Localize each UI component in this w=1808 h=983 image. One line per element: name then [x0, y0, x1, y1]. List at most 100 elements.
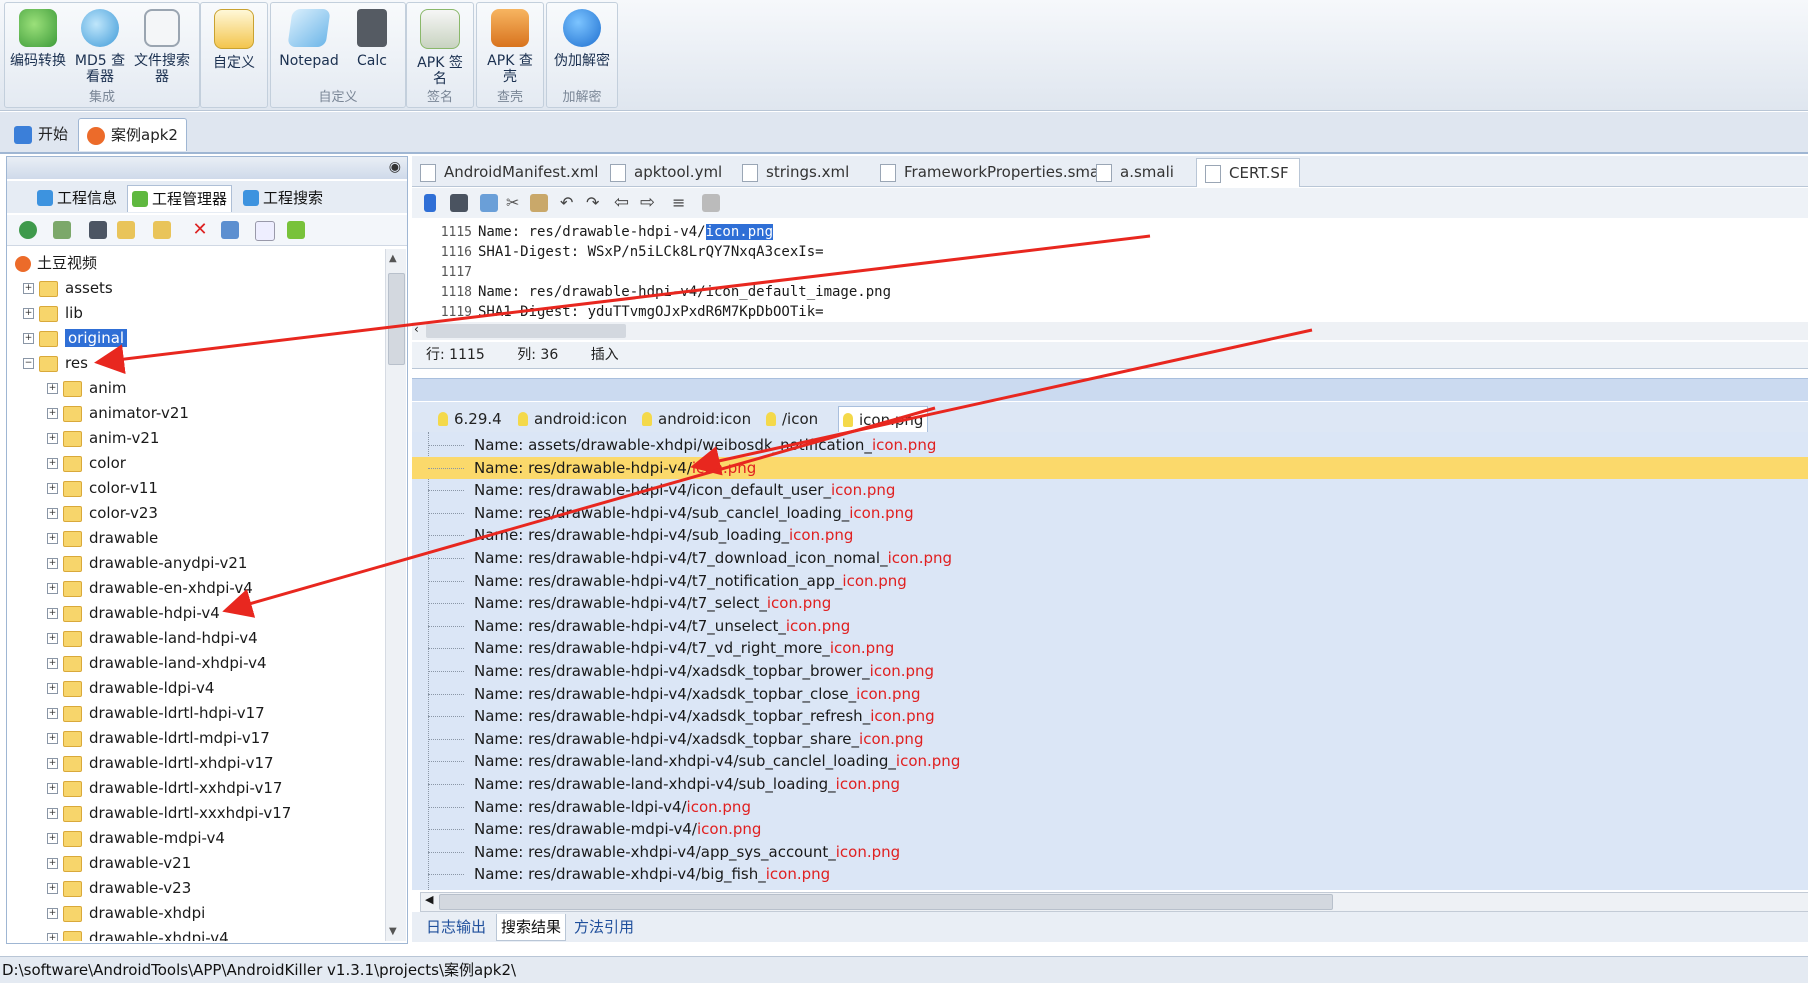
image-icon[interactable]	[53, 221, 71, 239]
scroll-thumb[interactable]	[388, 273, 405, 365]
expand-icon[interactable]: +	[23, 308, 34, 319]
expand-icon[interactable]: +	[47, 933, 58, 941]
scroll-up-icon[interactable]: ▲	[389, 253, 397, 264]
apk-shell-check-button[interactable]: APK 查壳	[481, 7, 539, 85]
tree-item-anim-v21[interactable]: + anim-v21	[47, 426, 159, 450]
search-result-row[interactable]: Name: res/drawable-hdpi-v4/sub_loading_i…	[412, 524, 1808, 546]
expand-icon[interactable]: +	[47, 608, 58, 619]
expand-icon[interactable]: +	[47, 633, 58, 644]
undo-icon[interactable]: ↶	[560, 194, 578, 212]
search-tab[interactable]: android:icon	[518, 406, 627, 432]
cut-icon[interactable]: ✂	[506, 194, 524, 212]
tree-item-color[interactable]: + color	[47, 451, 126, 475]
folder-icon[interactable]	[153, 221, 171, 239]
fake-encrypt-button[interactable]: 伪加解密	[553, 7, 611, 69]
eye-icon[interactable]: ◉	[389, 159, 401, 175]
wrap-icon[interactable]: ≡	[672, 194, 690, 212]
scroll-thumb[interactable]	[426, 324, 626, 338]
bottom-tab[interactable]: 日志输出	[426, 914, 486, 940]
search-result-row[interactable]: Name: assets/drawable-xhdpi/weibosdk_not…	[412, 434, 1808, 456]
expand-icon[interactable]: +	[47, 408, 58, 419]
scroll-left-icon[interactable]: ◀	[425, 893, 433, 906]
editor-tab-frameworkproperties-smali[interactable]: FrameworkProperties.smali	[880, 158, 1108, 186]
tree-item-drawable-ldrtl-hdpi-v17[interactable]: + drawable-ldrtl-hdpi-v17	[47, 701, 265, 725]
tree-item-drawable-v21[interactable]: + drawable-v21	[47, 851, 191, 875]
collapse-icon[interactable]: −	[23, 358, 34, 369]
search-result-row[interactable]: Name: res/drawable-mdpi-v4/icon.png	[412, 818, 1808, 840]
tree-item-drawable-ldrtl-xxhdpi-v17[interactable]: + drawable-ldrtl-xxhdpi-v17	[47, 776, 282, 800]
tab-project-search[interactable]: 工程搜索	[239, 185, 327, 211]
bottom-tab[interactable]: 搜索结果	[496, 914, 567, 941]
editor-tab-androidmanifest-xml[interactable]: AndroidManifest.xml	[420, 158, 598, 186]
search-tab[interactable]: icon.png	[838, 406, 929, 433]
search-result-row[interactable]: Name: res/drawable-hdpi-v4/xadsdk_topbar…	[412, 705, 1808, 727]
bottom-tab[interactable]: 方法引用	[574, 914, 634, 940]
tab-project-info[interactable]: 工程信息	[33, 185, 121, 211]
java-icon[interactable]	[702, 194, 720, 212]
expand-icon[interactable]: +	[47, 433, 58, 444]
search-result-row[interactable]: Name: res/drawable-hdpi-v4/sub_canclel_l…	[412, 502, 1808, 524]
scroll-left-icon[interactable]: ‹	[414, 322, 419, 336]
tree-item-assets[interactable]: + assets	[23, 276, 113, 300]
search-result-row[interactable]: Name: res/drawable-ldpi-v4/icon.png	[412, 796, 1808, 818]
tab-start[interactable]: 开始	[6, 118, 76, 150]
tree-item-drawable-ldrtl-mdpi-v17[interactable]: + drawable-ldrtl-mdpi-v17	[47, 726, 270, 750]
expand-icon[interactable]: +	[47, 858, 58, 869]
refresh-icon[interactable]	[19, 221, 37, 239]
search-tab[interactable]: /icon	[766, 406, 818, 432]
expand-icon[interactable]: +	[47, 783, 58, 794]
expand-icon[interactable]: +	[47, 383, 58, 394]
search-tab[interactable]: android:icon	[642, 406, 751, 432]
delete-icon[interactable]: ✕	[191, 221, 209, 239]
results-horizontal-scrollbar[interactable]: ◀	[420, 892, 1808, 912]
tree-item-drawable-land-xhdpi-v4[interactable]: + drawable-land-xhdpi-v4	[47, 651, 267, 675]
tree-item-drawable[interactable]: + drawable	[47, 526, 158, 550]
paste-icon[interactable]	[530, 194, 548, 212]
tree-item-drawable-xhdpi-v4[interactable]: + drawable-xhdpi-v4	[47, 926, 229, 941]
back-icon[interactable]: ⇦	[614, 194, 632, 212]
tree-item-drawable-xhdpi[interactable]: + drawable-xhdpi	[47, 901, 205, 925]
redo-icon[interactable]: ↷	[586, 194, 604, 212]
search-result-row[interactable]: Name: res/drawable-hdpi-v4/t7_download_i…	[412, 547, 1808, 569]
expand-icon[interactable]: +	[47, 483, 58, 494]
search-result-row[interactable]: Name: res/drawable-land-xhdpi-v4/sub_can…	[412, 750, 1808, 772]
editor-tab-apktool-yml[interactable]: apktool.yml	[610, 158, 722, 186]
tree-item-drawable-mdpi-v4[interactable]: + drawable-mdpi-v4	[47, 826, 225, 850]
scroll-down-icon[interactable]: ▼	[389, 926, 397, 937]
search-result-row[interactable]: Name: res/drawable-hdpi-v4/t7_select_ico…	[412, 592, 1808, 614]
editor-tab-cert-sf[interactable]: CERT.SF	[1196, 158, 1300, 187]
expand-icon[interactable]: +	[23, 333, 34, 344]
search-result-row[interactable]: Name: res/drawable-hdpi-v4/xadsdk_topbar…	[412, 660, 1808, 682]
code-editor[interactable]: 1115 Name: res/drawable-hdpi-v4/icon.png 1…	[412, 218, 1808, 320]
tree-item-anim[interactable]: + anim	[47, 376, 126, 400]
tree-item-drawable-en-xhdpi-v4[interactable]: + drawable-en-xhdpi-v4	[47, 576, 253, 600]
android-icon[interactable]	[287, 221, 305, 239]
tree-item-drawable-ldpi-v4[interactable]: + drawable-ldpi-v4	[47, 676, 214, 700]
tab-project-manager[interactable]: 工程管理器	[127, 185, 233, 212]
expand-icon[interactable]: +	[23, 283, 34, 294]
search-result-row[interactable]: Name: res/drawable-xhdpi-v4/big_fish_ico…	[412, 863, 1808, 885]
search-result-row[interactable]: Name: res/drawable-xhdpi-v4/app_sys_acco…	[412, 841, 1808, 863]
tree-item-color-v23[interactable]: + color-v23	[47, 501, 158, 525]
calc-button[interactable]: Calc	[343, 7, 401, 69]
expand-icon[interactable]: +	[47, 683, 58, 694]
screen-icon[interactable]	[89, 221, 107, 239]
find-folder-icon[interactable]	[117, 221, 135, 239]
tree-item-drawable-hdpi-v4[interactable]: + drawable-hdpi-v4	[47, 601, 220, 625]
expand-icon[interactable]: +	[47, 458, 58, 469]
tree-item-drawable-ldrtl-xxxhdpi-v17[interactable]: + drawable-ldrtl-xxxhdpi-v17	[47, 801, 291, 825]
expand-icon[interactable]: +	[47, 508, 58, 519]
expand-icon[interactable]: +	[47, 708, 58, 719]
tree-item-lib[interactable]: + lib	[23, 301, 83, 325]
encode-convert-button[interactable]: 编码转换	[9, 7, 67, 69]
tree-item-original[interactable]: + original	[23, 326, 128, 350]
expand-icon[interactable]: +	[47, 883, 58, 894]
expand-icon[interactable]: +	[47, 808, 58, 819]
tree-item-drawable-ldrtl-xhdpi-v17[interactable]: + drawable-ldrtl-xhdpi-v17	[47, 751, 274, 775]
editor-horizontal-scrollbar[interactable]: ‹	[412, 322, 1808, 340]
tree-item-drawable-anydpi-v21[interactable]: + drawable-anydpi-v21	[47, 551, 247, 575]
expand-icon[interactable]: +	[47, 583, 58, 594]
save-icon[interactable]	[450, 194, 468, 212]
apk-sign-button[interactable]: APK 签名	[411, 7, 469, 87]
search-result-row[interactable]: Name: res/drawable-land-xhdpi-v4/sub_loa…	[412, 773, 1808, 795]
